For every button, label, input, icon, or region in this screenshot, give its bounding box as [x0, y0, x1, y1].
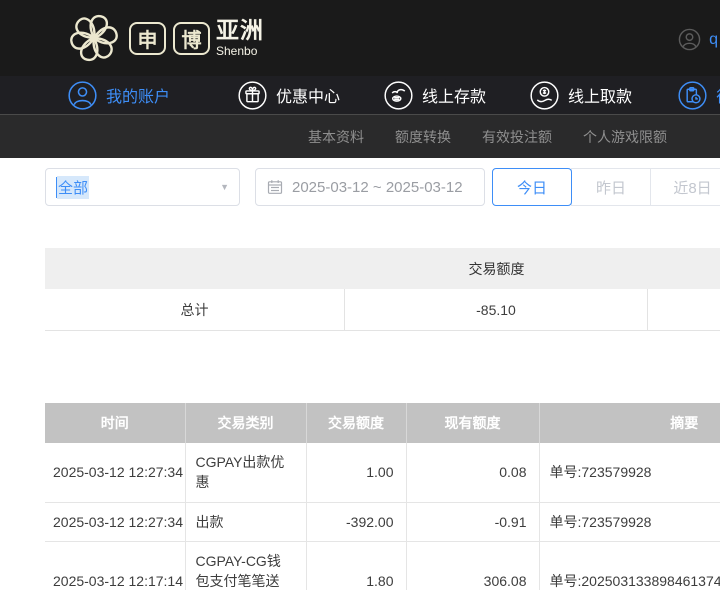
nav-label: 线上存款	[422, 89, 487, 106]
cell-balance: 0.08	[406, 443, 540, 503]
cell-memo: 单号:202503133898461374	[539, 541, 720, 590]
date-range-value: 2025-03-12 ~ 2025-03-12	[292, 178, 463, 196]
avatar-icon	[678, 28, 701, 51]
user-account-area[interactable]: q	[678, 28, 718, 51]
logo-region: 亚洲 Shenbo	[216, 17, 264, 58]
cell-time: 2025-03-12 12:17:14	[45, 541, 186, 590]
date-range-input[interactable]: 2025-03-12 ~ 2025-03-12	[255, 168, 485, 206]
quick-date-buttons: 今日 昨日 近8日	[492, 168, 720, 206]
page: 申 博 亚洲 Shenbo q 我的账户 优惠中心 线上存款 线上取款 基本资料…	[0, 0, 720, 590]
cell-amount: 1.80	[306, 541, 407, 590]
col-header-memo: 摘要	[539, 403, 720, 443]
brand-logo[interactable]: 申 博 亚洲 Shenbo	[66, 10, 264, 66]
cell-time: 2025-03-12 12:27:34	[45, 443, 186, 503]
table-header-row: 时间 交易类别 交易额度 现有额度 摘要	[45, 403, 720, 443]
nav-item-promotions[interactable]: 优惠中心	[238, 80, 341, 110]
main-nav: 我的账户 优惠中心 线上存款 线上取款	[0, 76, 720, 114]
summary-empty-cell	[648, 289, 720, 331]
today-button[interactable]: 今日	[492, 168, 572, 206]
logo-char-bo: 博	[173, 21, 210, 55]
withdraw-icon	[530, 80, 559, 110]
table-row: 2025-03-12 12:27:34 出款 -392.00 -0.91 单号:…	[45, 502, 720, 542]
cell-type: 出款	[185, 502, 307, 542]
summary-total-label: 总计	[45, 288, 345, 331]
username-text[interactable]: q	[709, 31, 718, 49]
deposit-icon	[384, 80, 413, 110]
cell-balance: 306.08	[406, 541, 540, 590]
filter-bar: 全部 ▼ 2025-03-12 ~ 2025-03-12 今日 昨日 近8日	[0, 158, 720, 248]
logo-region-text: 亚洲	[216, 17, 264, 43]
cell-memo: 单号:723579928	[539, 502, 720, 542]
cell-amount: 1.00	[306, 443, 407, 503]
flower-logo-icon	[70, 14, 118, 62]
transactions-table: 时间 交易类别 交易额度 现有额度 摘要 2025-03-12 12:27:34…	[45, 403, 720, 590]
nav-label: 优惠中心	[276, 89, 341, 106]
nav-label: 往来	[716, 83, 720, 107]
caret-down-icon: ▼	[220, 182, 229, 192]
summary-header-row: 交易额度	[45, 248, 720, 289]
last-8-days-button[interactable]: 近8日	[650, 168, 720, 206]
summary-table: 交易额度 总计 -85.10	[45, 248, 720, 331]
yesterday-button[interactable]: 昨日	[571, 168, 651, 206]
calendar-icon	[267, 180, 283, 194]
col-header-balance: 现有额度	[406, 403, 540, 443]
sub-nav: 基本资料 额度转换 有效投注额 个人游戏限额	[0, 114, 720, 158]
nav-item-my-account[interactable]: 我的账户	[68, 80, 171, 110]
table-row: 2025-03-12 12:27:34 CGPAY出款优惠 1.00 0.08 …	[45, 443, 720, 503]
top-header: 申 博 亚洲 Shenbo q	[0, 0, 720, 76]
user-icon	[68, 80, 97, 110]
summary-total-row: 总计 -85.10	[45, 288, 720, 331]
nav-item-online-withdraw[interactable]: 线上取款	[530, 80, 633, 110]
type-select-value: 全部	[57, 175, 90, 199]
cell-type: CGPAY出款优惠	[185, 443, 307, 503]
nav-item-online-deposit[interactable]: 线上存款	[384, 80, 487, 110]
nav-label: 我的账户	[106, 89, 171, 106]
gift-icon	[238, 80, 267, 110]
cell-amount: -392.00	[306, 502, 407, 542]
table-row: 2025-03-12 12:17:14 CGPAY-CG钱包支付笔笔送优惠 1.…	[45, 541, 720, 590]
col-header-amount: 交易额度	[306, 403, 407, 443]
col-header-type: 交易类别	[185, 403, 307, 443]
summary-total-value: -85.10	[345, 288, 648, 331]
logo-subtitle: Shenbo	[216, 44, 258, 58]
subnav-item-game-limits[interactable]: 个人游戏限额	[583, 127, 667, 147]
nav-item-transactions[interactable]: 往来	[678, 80, 720, 110]
subnav-item-credit-transfer[interactable]: 额度转换	[395, 127, 451, 147]
summary-header-amount: 交易额度	[468, 260, 525, 277]
nav-label: 线上取款	[568, 89, 633, 106]
cell-time: 2025-03-12 12:27:34	[45, 502, 186, 542]
cell-type: CGPAY-CG钱包支付笔笔送优惠	[185, 541, 307, 590]
cell-balance: -0.91	[406, 502, 540, 542]
logo-char-shen: 申	[129, 21, 166, 55]
col-header-time: 时间	[45, 403, 186, 443]
cell-memo: 单号:723579928	[539, 443, 720, 503]
subnav-item-basic-info[interactable]: 基本资料	[308, 127, 364, 147]
type-select[interactable]: 全部 ▼	[45, 168, 240, 206]
records-icon	[678, 80, 707, 110]
subnav-item-valid-bets[interactable]: 有效投注额	[482, 127, 552, 147]
